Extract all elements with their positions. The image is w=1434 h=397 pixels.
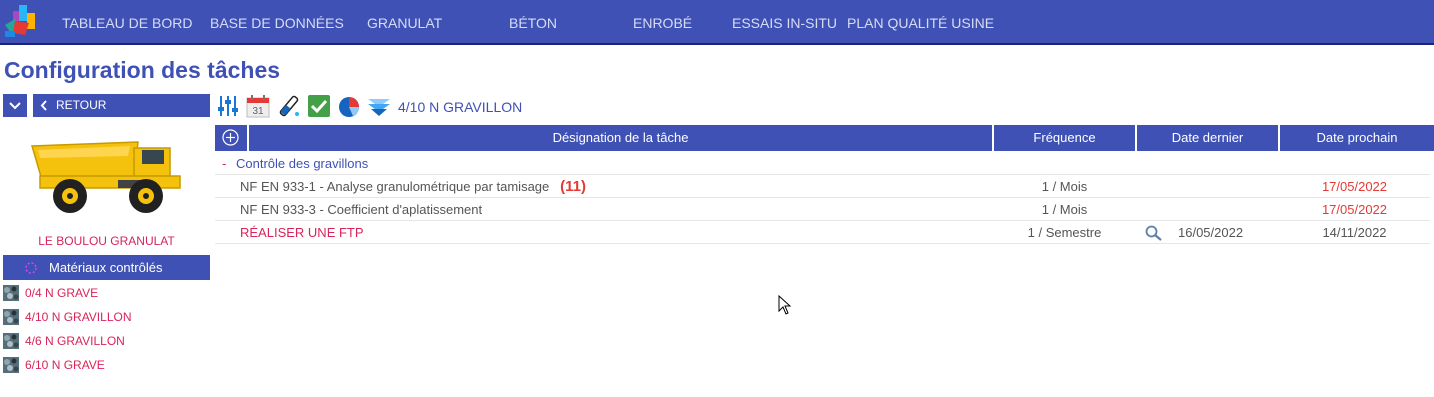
materials-header-label: Matériaux contrôlés (49, 260, 163, 275)
page-title: Configuration des tâches (4, 57, 281, 83)
material-item[interactable]: 0/4 N GRAVE (3, 284, 98, 302)
app-logo[interactable] (3, 3, 37, 39)
lab-tube-icon[interactable] (277, 94, 301, 118)
task-name: NF EN 933-1 - Analyse granulométrique pa… (240, 175, 586, 198)
header-frequency[interactable]: Fréquence (994, 125, 1137, 151)
task-next-date: 17/05/2022 (1321, 179, 1388, 194)
material-item[interactable]: 6/10 N GRAVE (3, 356, 105, 374)
task-frequency: 1 / Semestre (1027, 225, 1102, 240)
header-last-date[interactable]: Date dernier (1137, 125, 1280, 151)
task-name-text: NF EN 933-1 - Analyse granulométrique pa… (240, 179, 550, 194)
funnel-down-icon[interactable] (367, 94, 391, 118)
add-task-cell (215, 125, 249, 151)
material-item[interactable]: 4/6 N GRAVILLON (3, 332, 125, 350)
calendar-icon[interactable]: 31 (246, 94, 270, 118)
refresh-icon (25, 262, 37, 274)
task-frequency: 1 / Mois (1041, 179, 1088, 194)
pie-chart-icon[interactable] (337, 94, 361, 118)
table-row[interactable]: NF EN 933-1 - Analyse granulométrique pa… (215, 175, 1430, 198)
nav-plan-qualite-usine[interactable]: PLAN QUALITÉ USINE (847, 15, 994, 31)
gravel-icon (3, 309, 19, 325)
material-label: 0/4 N GRAVE (25, 286, 99, 300)
task-name: RÉALISER UNE FTP (240, 225, 364, 240)
checkbox-checked-icon[interactable] (307, 94, 331, 118)
table-header: Désignation de la tâche Fréquence Date d… (215, 125, 1434, 151)
task-count-badge: (11) (560, 178, 586, 195)
task-last-date: 16/05/2022 (1178, 225, 1244, 240)
top-nav-bar: TABLEAU DE BORD BASE DE DONNÉES GRANULAT… (0, 0, 1434, 45)
sliders-icon[interactable] (216, 94, 240, 118)
search-icon[interactable] (1145, 225, 1163, 241)
chevron-down-icon (9, 102, 21, 110)
task-frequency: 1 / Mois (1041, 202, 1088, 217)
header-next-date[interactable]: Date prochain (1280, 125, 1434, 151)
back-button-label: RETOUR (56, 98, 107, 112)
dump-truck-image (31, 141, 181, 213)
nav-tableau-de-bord[interactable]: TABLEAU DE BORD (62, 15, 192, 31)
task-name: NF EN 933-3 - Coefficient d'aplatissemen… (240, 202, 483, 217)
chevron-left-icon (40, 100, 47, 111)
back-button[interactable]: RETOUR (33, 94, 210, 117)
material-label: 4/6 N GRAVILLON (25, 334, 125, 348)
gravel-icon (3, 285, 19, 301)
table-row[interactable]: RÉALISER UNE FTP 1 / Semestre 16/05/2022… (215, 221, 1430, 244)
task-next-date: 14/11/2022 (1322, 225, 1387, 240)
material-label: 6/10 N GRAVE (25, 358, 105, 372)
table-row[interactable]: NF EN 933-3 - Coefficient d'aplatissemen… (215, 198, 1430, 221)
nav-enrobe[interactable]: ENROBÉ (633, 15, 692, 31)
nav-essais-in-situ[interactable]: ESSAIS IN-SITU (732, 15, 837, 31)
material-label: 4/10 N GRAVILLON (25, 310, 132, 324)
group-toggle[interactable]: - (222, 152, 226, 175)
gravel-icon (3, 357, 19, 373)
selected-material-title: 4/10 N GRAVILLON (398, 99, 523, 115)
collapse-button[interactable] (3, 94, 27, 117)
group-label: Contrôle des gravillons (236, 156, 369, 171)
header-designation[interactable]: Désignation de la tâche (249, 125, 994, 151)
material-item[interactable]: 4/10 N GRAVILLON (3, 308, 132, 326)
calendar-day: 31 (252, 106, 264, 117)
materials-header[interactable]: Matériaux contrôlés (3, 255, 210, 280)
nav-beton[interactable]: BÉTON (509, 15, 557, 31)
nav-granulat[interactable]: GRANULAT (367, 15, 442, 31)
site-name: LE BOULOU GRANULAT (38, 234, 175, 248)
group-row[interactable]: - Contrôle des gravillons (215, 152, 1430, 175)
mouse-cursor-icon (778, 295, 792, 315)
task-next-date: 17/05/2022 (1321, 202, 1388, 217)
add-circle-icon[interactable] (222, 129, 239, 146)
nav-base-de-donnees[interactable]: BASE DE DONNÉES (210, 15, 344, 31)
gravel-icon (3, 333, 19, 349)
